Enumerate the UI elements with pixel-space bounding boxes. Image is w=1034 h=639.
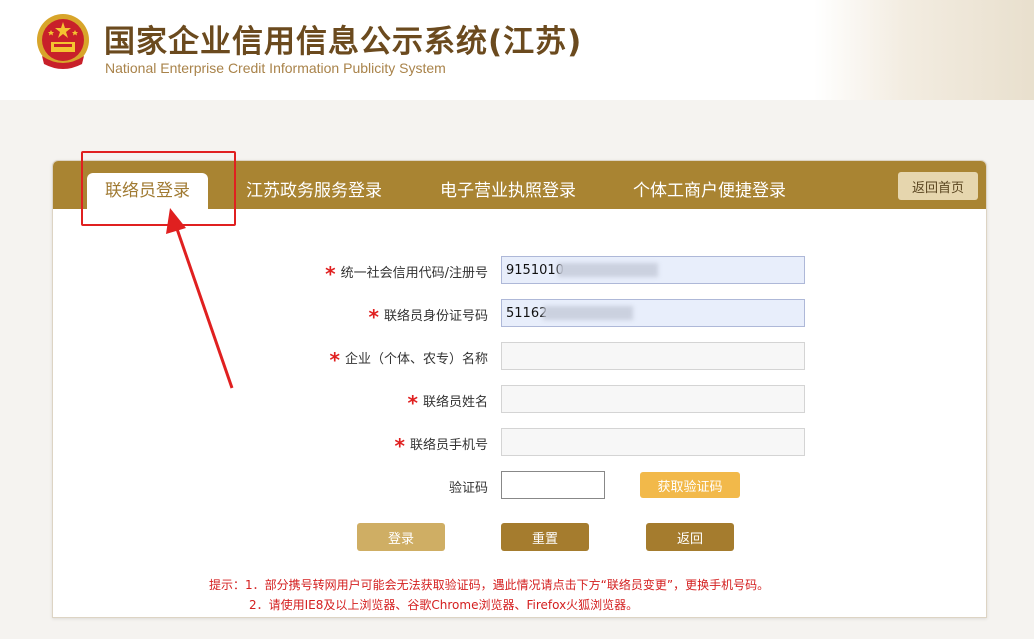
row-captcha: 验证码 获取验证码	[53, 471, 988, 501]
row-credit-code: * 统一社会信用代码/注册号	[53, 256, 988, 286]
id-number-label: * 联络员身份证号码	[368, 305, 488, 329]
site-subtitle: National Enterprise Credit Information P…	[105, 60, 446, 76]
required-star-icon: *	[407, 391, 418, 415]
tips-text: 提示：1．部分携号转网用户可能会无法获取验证码，遇此情况请点击下方“联络员变更”…	[209, 575, 769, 615]
row-contact-phone: * 联络员手机号	[53, 428, 988, 458]
login-button[interactable]: 登录	[357, 523, 445, 551]
row-id-number: * 联络员身份证号码	[53, 299, 988, 329]
get-captcha-button[interactable]: 获取验证码	[640, 472, 740, 498]
enterprise-name-label: * 企业（个体、农专）名称	[329, 348, 488, 372]
credit-code-label: * 统一社会信用代码/注册号	[325, 262, 488, 286]
row-contact-name: * 联络员姓名	[53, 385, 988, 415]
captcha-label: 验证码	[448, 481, 488, 496]
login-panel: 联络员登录 江苏政务服务登录 电子营业执照登录 个体工商户便捷登录 返回首页 *…	[52, 160, 987, 618]
captcha-input[interactable]	[501, 471, 605, 499]
enterprise-name-input[interactable]	[501, 342, 805, 370]
site-header: 国家企业信用信息公示系统(江苏) National Enterprise Cre…	[0, 0, 1034, 100]
header-decoration	[814, 0, 1034, 100]
contact-name-label: * 联络员姓名	[407, 391, 488, 415]
tip-line-2: 2．请使用IE8及以上浏览器、谷歌Chrome浏览器、Firefox火狐浏览器。	[249, 598, 639, 612]
tab-contact-login[interactable]: 联络员登录	[87, 173, 208, 209]
required-star-icon: *	[325, 262, 336, 286]
return-home-button[interactable]: 返回首页	[898, 172, 978, 200]
tab-bar: 联络员登录 江苏政务服务登录 电子营业执照登录 个体工商户便捷登录 返回首页	[53, 161, 986, 209]
contact-name-input[interactable]	[501, 385, 805, 413]
required-star-icon: *	[368, 305, 379, 329]
redaction-blur	[543, 306, 633, 320]
required-star-icon: *	[329, 348, 340, 372]
back-button[interactable]: 返回	[646, 523, 734, 551]
contact-phone-label: * 联络员手机号	[394, 434, 488, 458]
tab-individual-business-login[interactable]: 个体工商户便捷登录	[633, 173, 786, 209]
national-emblem-icon	[37, 14, 89, 69]
required-star-icon: *	[394, 434, 405, 458]
tip-line-1: 提示：1．部分携号转网用户可能会无法获取验证码，遇此情况请点击下方“联络员变更”…	[209, 578, 770, 592]
redaction-blur	[558, 263, 658, 277]
site-title: 国家企业信用信息公示系统(江苏)	[104, 24, 583, 60]
reset-button[interactable]: 重置	[501, 523, 589, 551]
tab-e-license-login[interactable]: 电子营业执照登录	[440, 173, 576, 209]
contact-phone-input[interactable]	[501, 428, 805, 456]
tab-jiangsu-gov-login[interactable]: 江苏政务服务登录	[246, 173, 382, 209]
row-enterprise-name: * 企业（个体、农专）名称	[53, 342, 988, 372]
